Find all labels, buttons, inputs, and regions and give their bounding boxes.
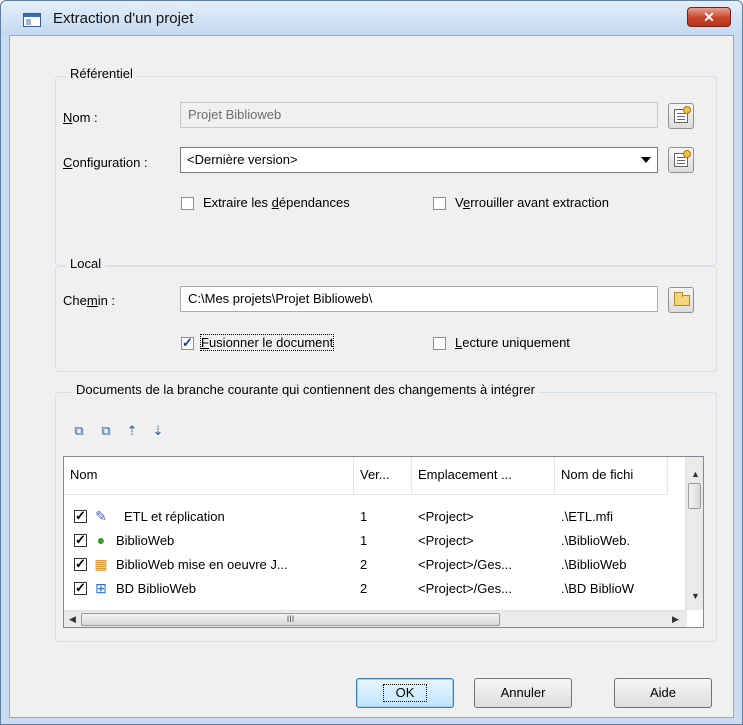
- fusionner-checkbox[interactable]: [181, 335, 194, 351]
- title-bar[interactable]: Extraction d'un projet ✕: [1, 1, 742, 35]
- row-location: <Project>/Ges...: [418, 581, 512, 596]
- extraire-dependances-label: Extraire les dépendances: [203, 195, 350, 210]
- verrouiller-label: Verrouiller avant extraction: [455, 195, 609, 210]
- chemin-input[interactable]: C:\Mes projets\Projet Biblioweb\: [180, 286, 658, 312]
- move-up-icon[interactable]: ⇡: [124, 423, 140, 439]
- row-checkbox[interactable]: [74, 580, 87, 596]
- lecture-uniquement-label: Lecture uniquement: [455, 335, 570, 350]
- oo-model-icon: ▦: [94, 556, 108, 572]
- aide-button[interactable]: Aide: [614, 678, 712, 708]
- row-location: <Project>/Ges...: [418, 557, 512, 572]
- browse-folder-button[interactable]: [668, 287, 694, 313]
- row-checkbox[interactable]: [74, 556, 87, 572]
- close-button[interactable]: ✕: [687, 7, 731, 27]
- annuler-button[interactable]: Annuler: [474, 678, 572, 708]
- referentiel-group-label: Référentiel: [66, 66, 137, 81]
- documents-list[interactable]: Nom Ver... Emplacement ... Nom de fichi …: [63, 456, 704, 628]
- folder-icon: [674, 292, 690, 306]
- table-row[interactable]: ● BiblioWeb 1 <Project> .\BiblioWeb.: [64, 529, 668, 553]
- horizontal-scrollbar[interactable]: ◀ III ▶: [64, 610, 687, 627]
- configuration-label: Configuration :: [63, 155, 148, 170]
- chevron-down-icon: [641, 157, 651, 163]
- row-version: 1: [360, 533, 368, 548]
- scroll-down-arrow-icon[interactable]: ▼: [691, 591, 700, 601]
- window-icon: [23, 13, 41, 27]
- row-version: 1: [360, 509, 368, 524]
- vertical-scroll-thumb[interactable]: [688, 483, 701, 509]
- deselect-all-icon[interactable]: ⧉: [98, 423, 114, 439]
- extraire-dependances-checkbox[interactable]: [181, 197, 194, 210]
- scroll-right-arrow-icon[interactable]: ▶: [672, 614, 679, 625]
- local-group-label: Local: [66, 256, 106, 271]
- scroll-left-arrow-icon[interactable]: ◀: [69, 614, 76, 625]
- column-header-nom-fichier[interactable]: Nom de fichi: [555, 457, 668, 495]
- configuration-selected-value: <Dernière version>: [187, 152, 298, 167]
- row-name: BiblioWeb: [116, 533, 175, 548]
- move-down-icon[interactable]: ⇣: [150, 423, 166, 439]
- scroll-up-arrow-icon[interactable]: ▲: [691, 469, 700, 479]
- etl-model-icon: ✎: [95, 508, 107, 524]
- row-file: .\BD BiblioW: [561, 581, 634, 596]
- table-row[interactable]: ▦ BiblioWeb mise en oeuvre J... 2 <Proje…: [64, 553, 668, 577]
- properties-icon: [674, 150, 691, 167]
- row-name: BiblioWeb mise en oeuvre J...: [116, 557, 288, 572]
- nom-field: Projet Biblioweb: [180, 102, 658, 128]
- select-all-icon[interactable]: ⧉: [71, 423, 87, 439]
- column-header-version[interactable]: Ver...: [354, 457, 412, 495]
- window-title: Extraction d'un projet: [53, 10, 194, 27]
- nom-label: Nom :: [63, 110, 98, 125]
- verrouiller-checkbox[interactable]: [433, 197, 446, 210]
- physical-data-model-icon: ⊞: [95, 580, 107, 596]
- row-checkbox[interactable]: [74, 508, 87, 524]
- row-location: <Project>: [418, 509, 474, 524]
- properties-icon: [674, 106, 691, 123]
- row-name: ETL et réplication: [124, 509, 225, 524]
- row-name: BD BiblioWeb: [116, 581, 196, 596]
- local-group: [55, 266, 717, 372]
- table-row[interactable]: ⊞ BD BiblioWeb 2 <Project>/Ges... .\BD B…: [64, 577, 668, 601]
- fusionner-label: Fusionner le document: [199, 334, 335, 351]
- row-file: .\BiblioWeb: [561, 557, 627, 572]
- vertical-scrollbar[interactable]: ▲ ▼: [685, 457, 703, 610]
- column-header-nom[interactable]: Nom: [64, 457, 354, 495]
- row-file: .\BiblioWeb.: [561, 533, 631, 548]
- list-header: Nom Ver... Emplacement ... Nom de fichi: [64, 457, 668, 495]
- row-version: 2: [360, 581, 368, 596]
- documents-group-label: Documents de la branche courante qui con…: [72, 382, 539, 397]
- row-location: <Project>: [418, 533, 474, 548]
- ok-button[interactable]: OK: [356, 678, 454, 708]
- dialog-window: Extraction d'un projet ✕ Référentiel Nom…: [0, 0, 743, 725]
- row-version: 2: [360, 557, 368, 572]
- configuration-select[interactable]: <Dernière version>: [180, 147, 658, 173]
- nom-properties-button[interactable]: [668, 103, 694, 129]
- row-file: .\ETL.mfi: [561, 509, 614, 524]
- column-header-emplacement[interactable]: Emplacement ...: [412, 457, 555, 495]
- configuration-properties-button[interactable]: [668, 147, 694, 173]
- business-process-icon: ●: [96, 532, 106, 548]
- row-checkbox[interactable]: [74, 532, 87, 548]
- horizontal-scroll-thumb[interactable]: III: [81, 613, 500, 626]
- lecture-uniquement-checkbox[interactable]: [433, 337, 446, 350]
- chemin-label: Chemin :: [63, 293, 116, 308]
- table-row[interactable]: ✎ ETL et réplication 1 <Project> .\ETL.m…: [64, 505, 668, 529]
